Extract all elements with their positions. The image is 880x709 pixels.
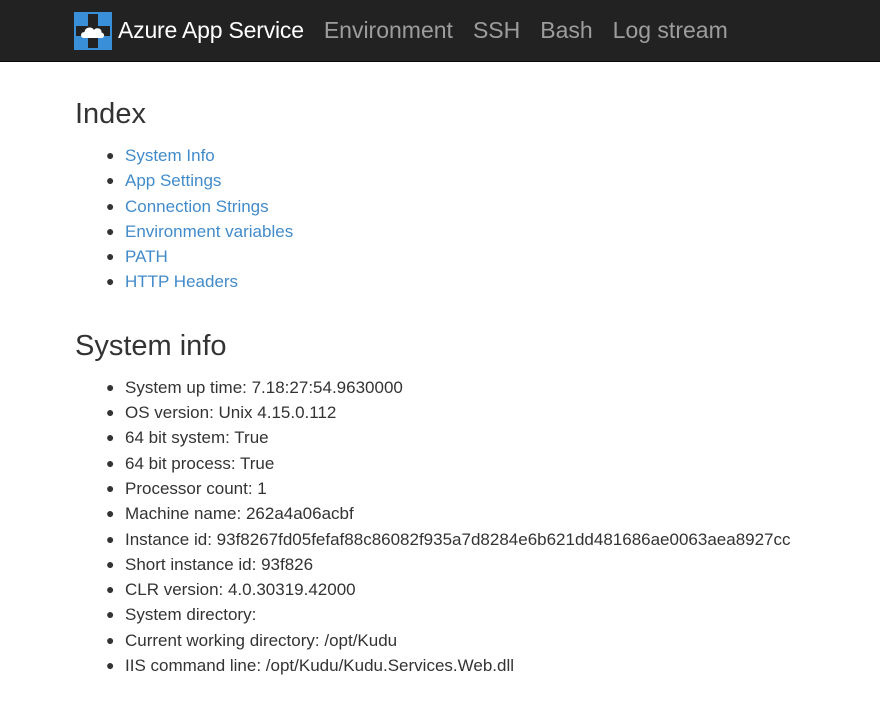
index-item-connection-strings: ● Connection Strings [75,194,880,219]
index-item-path: ● PATH [75,244,880,269]
bullet: ● [106,222,115,239]
info-item: ● Instance id: 93f8267fd05fefaf88c86082f9… [75,527,880,552]
index-item-app-settings: ● App Settings [75,168,880,193]
link-http-headers[interactable]: HTTP Headers [125,272,238,291]
info-item: ● Current working directory: /opt/Kudu [75,628,880,653]
instance-id: Instance id: 93f8267fd05fefaf88c86082f93… [125,529,791,549]
current-working-directory: Current working directory: /opt/Kudu [125,630,398,650]
index-item-http-headers: ● HTTP Headers [75,269,880,294]
link-connection-strings[interactable]: Connection Strings [125,197,269,216]
info-item: ● Processor count: 1 [75,476,880,501]
link-path[interactable]: PATH [125,247,168,266]
info-item: ● 64 bit system: True [75,425,880,450]
bullet: ● [106,197,115,214]
bullet: ● [106,530,115,547]
link-system-info[interactable]: System Info [125,146,215,165]
nav-links: Environment SSH Bash Log stream [324,17,748,44]
system-uptime: System up time: 7.18:27:54.9630000 [125,377,403,397]
index-heading: Index [75,98,146,130]
info-item: ● IIS command line: /opt/Kudu/Kudu.Servic… [75,653,880,678]
bullet: ● [106,172,115,189]
info-item: ● System up time: 7.18:27:54.9630000 [75,375,880,400]
64-bit-system: 64 bit system: True [125,428,269,448]
bullet: ● [106,378,115,395]
link-environment-variables[interactable]: Environment variables [125,222,293,241]
os-version: OS version: Unix 4.15.0.112 [125,403,337,423]
bullet: ● [106,248,115,265]
brand-title: Azure App Service [118,17,304,43]
processor-count: Processor count: 1 [125,478,267,498]
64-bit-process: 64 bit process: True [125,453,275,473]
azure-app-service-icon [74,11,112,50]
bullet: ● [106,404,115,421]
main-content: Index ● System Info ● App Settings ● Connec… [0,62,880,678]
nav-link-bash[interactable]: Bash [540,17,592,44]
system-info-list: ● System up time: 7.18:27:54.9630000 ● OS … [75,375,880,679]
bullet: ● [106,606,115,623]
bullet: ● [106,454,115,471]
info-item: ● OS version: Unix 4.15.0.112 [75,400,880,425]
bullet: ● [106,429,115,446]
link-app-settings[interactable]: App Settings [125,171,221,190]
info-item: ● CLR version: 4.0.30319.42000 [75,577,880,602]
brand-link[interactable]: Azure App Service [74,11,304,50]
nav-link-ssh[interactable]: SSH [473,17,520,44]
nav-link-log-stream[interactable]: Log stream [613,17,728,44]
top-navbar: Azure App Service Environment SSH Bash L… [0,0,880,62]
bullet: ● [106,273,115,290]
clr-version: CLR version: 4.0.30319.42000 [125,580,356,600]
system-directory: System directory: [125,605,257,625]
nav-link-environment[interactable]: Environment [324,17,453,44]
iis-command-line: IIS command line: /opt/Kudu/Kudu.Service… [125,656,514,676]
info-item: ● Machine name: 262a4a06acbf [75,501,880,526]
bullet: ● [106,657,115,674]
info-item: ● Short instance id: 93f826 [75,552,880,577]
info-item: ● System directory: [75,602,880,627]
system-info-heading: System info [75,329,227,362]
bullet: ● [106,555,115,572]
bullet: ● [106,631,115,648]
index-item-environment-variables: ● Environment variables [75,219,880,244]
bullet: ● [106,479,115,496]
index-list: ● System Info ● App Settings ● Connection S… [75,143,880,295]
machine-name: Machine name: 262a4a06acbf [125,504,354,524]
info-item: ● 64 bit process: True [75,451,880,476]
bullet: ● [106,505,115,522]
short-instance-id: Short instance id: 93f826 [125,554,314,574]
bullet: ● [106,147,115,163]
index-item-system-info: ● System Info [75,143,880,168]
bullet: ● [106,581,115,598]
